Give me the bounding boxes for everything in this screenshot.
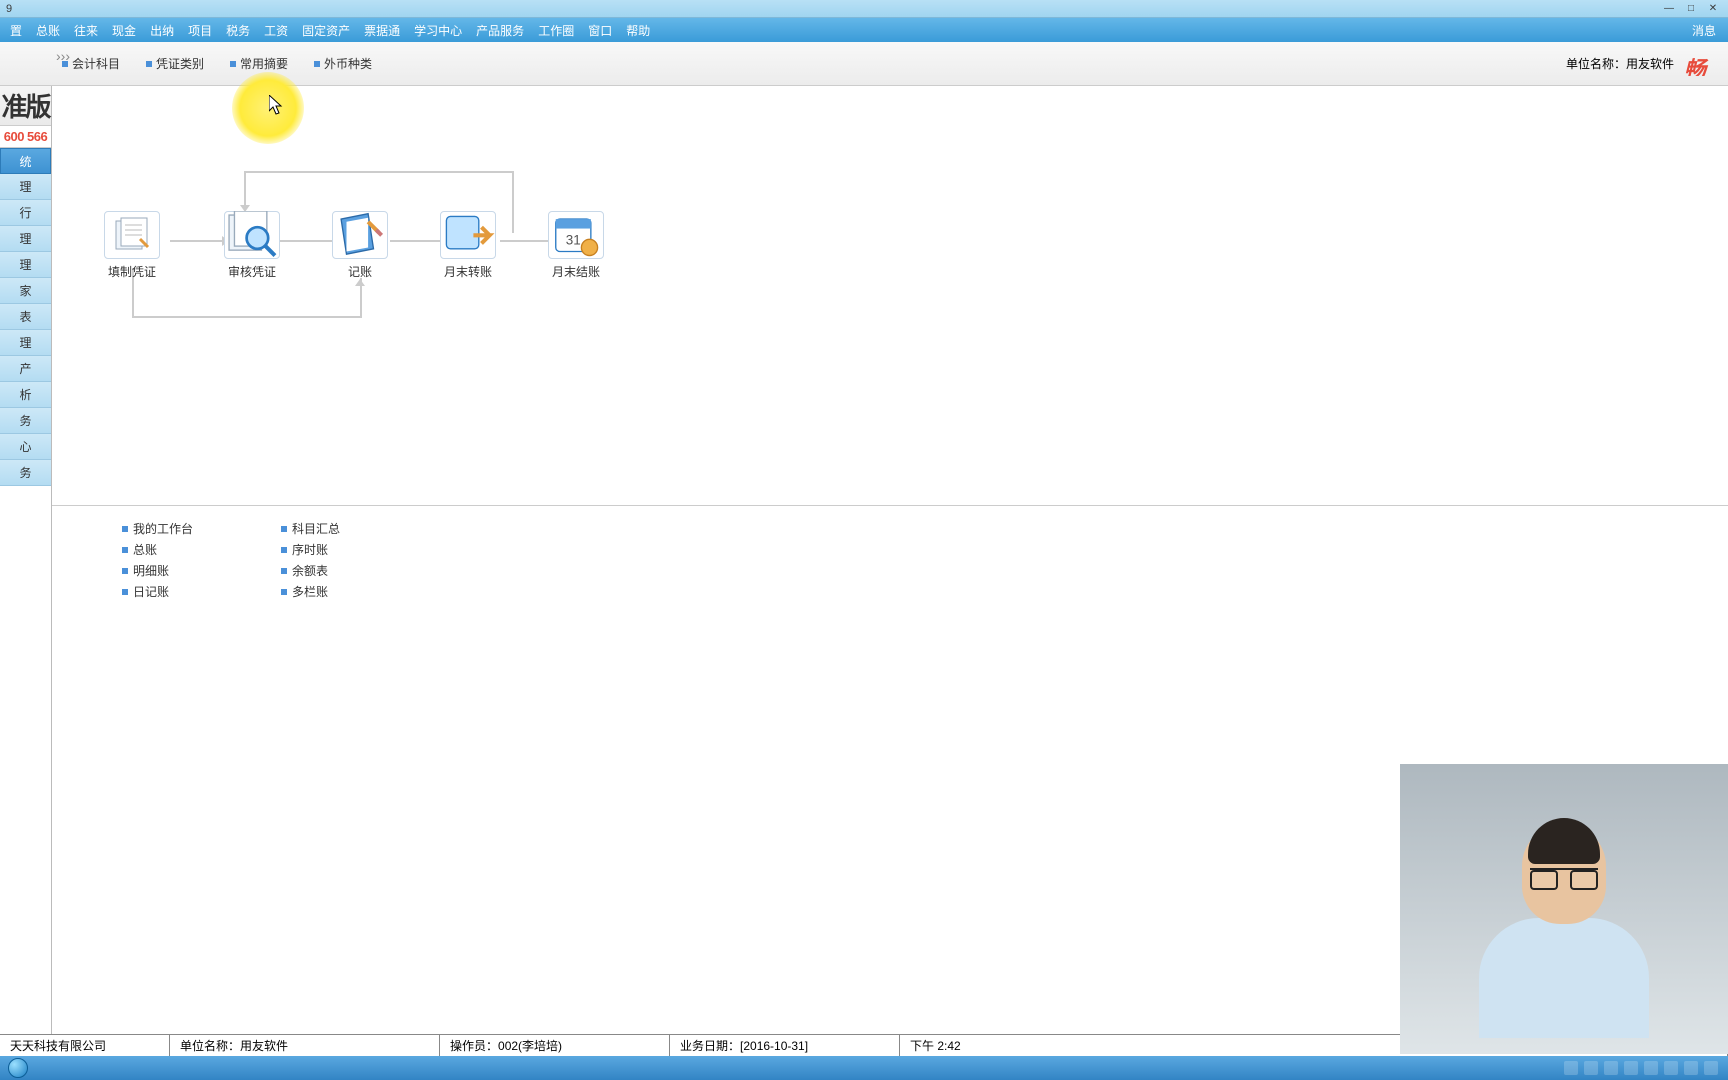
sidebar-title: 准版: [0, 86, 51, 126]
sidebar-item[interactable]: 家: [0, 278, 51, 304]
status-date: 业务日期：[2016-10-31]: [670, 1035, 900, 1056]
menu-item[interactable]: 窗口: [582, 20, 618, 41]
sidebar-item[interactable]: 理: [0, 330, 51, 356]
calendar-icon: 31: [548, 211, 604, 259]
quick-links-panel: 我的工作台 总账 明细账 日记账 科目汇总 序时账 余额表 多栏账: [52, 506, 1728, 614]
flow-node-audit-voucher[interactable]: 审核凭证: [212, 211, 292, 280]
menu-item[interactable]: 往来: [68, 20, 104, 41]
flow-node-monthend-close[interactable]: 31 月末结账: [536, 211, 616, 280]
flow-node-create-voucher[interactable]: 填制凭证: [92, 211, 172, 280]
sub-toolbar: ››› 会计科目 凭证类别 常用摘要 外币种类 单位名称：用友软件 畅: [0, 42, 1728, 86]
link-balance-sheet[interactable]: 余额表: [281, 562, 340, 579]
close-button[interactable]: ✕: [1704, 2, 1722, 16]
link-detail-ledger[interactable]: 明细账: [122, 562, 193, 579]
sidebar-item[interactable]: 心: [0, 434, 51, 460]
menu-item[interactable]: 票据通: [358, 20, 406, 41]
flow-node-monthend-transfer[interactable]: 月末转账: [428, 211, 508, 280]
link-multi-column-ledger[interactable]: 多栏账: [281, 583, 340, 600]
menu-bar: 置 总账 往来 现金 出纳 项目 税务 工资 固定资产 票据通 学习中心 产品服…: [0, 18, 1728, 42]
flow-label: 月末转账: [428, 263, 508, 280]
sidebar-phone: 600 566: [0, 126, 51, 148]
svg-text:31: 31: [566, 232, 581, 247]
menu-item[interactable]: 总账: [30, 20, 66, 41]
tray-icon[interactable]: [1624, 1061, 1638, 1075]
windows-orb-icon: [8, 1058, 28, 1078]
menu-item[interactable]: 产品服务: [470, 20, 530, 41]
menu-item[interactable]: 税务: [220, 20, 256, 41]
menu-item[interactable]: 学习中心: [408, 20, 468, 41]
menu-item[interactable]: 工资: [258, 20, 294, 41]
status-company: 天天科技有限公司: [0, 1035, 170, 1056]
document-icon: [104, 211, 160, 259]
link-subject-summary[interactable]: 科目汇总: [281, 520, 340, 537]
sidebar-item[interactable]: 理: [0, 226, 51, 252]
toolbar-link-currency[interactable]: 外币种类: [314, 55, 372, 72]
sidebar-item[interactable]: 理: [0, 174, 51, 200]
windows-taskbar: [0, 1056, 1728, 1080]
sidebar-item[interactable]: 产: [0, 356, 51, 382]
tray-icon[interactable]: [1644, 1061, 1658, 1075]
flow-label: 记账: [320, 263, 400, 280]
menu-item[interactable]: 置: [4, 20, 28, 41]
brand-logo: 畅: [1684, 52, 1714, 76]
system-tray: [1554, 1061, 1728, 1075]
tray-icon[interactable]: [1584, 1061, 1598, 1075]
title-text: 9: [6, 3, 12, 15]
transfer-icon: [440, 211, 496, 259]
link-my-workbench[interactable]: 我的工作台: [122, 520, 193, 537]
webcam-overlay: [1400, 764, 1728, 1054]
link-general-ledger[interactable]: 总账: [122, 541, 193, 558]
sidebar-item[interactable]: 务: [0, 408, 51, 434]
status-operator: 操作员：002(李培培): [440, 1035, 670, 1056]
menu-item[interactable]: 现金: [106, 20, 142, 41]
menu-item[interactable]: 固定资产: [296, 20, 356, 41]
tray-icon[interactable]: [1604, 1061, 1618, 1075]
status-unit: 单位名称：用友软件: [170, 1035, 440, 1056]
sidebar-item[interactable]: 理: [0, 252, 51, 278]
maximize-button[interactable]: □: [1682, 2, 1700, 16]
menu-item[interactable]: 帮助: [620, 20, 656, 41]
menu-item[interactable]: 工作圈: [532, 20, 580, 41]
flow-label: 审核凭证: [212, 263, 292, 280]
tray-icon[interactable]: [1684, 1061, 1698, 1075]
toolbar-link-subject[interactable]: 会计科目: [62, 55, 120, 72]
book-pencil-icon: [332, 211, 388, 259]
sidebar-item[interactable]: 表: [0, 304, 51, 330]
tray-icon[interactable]: [1664, 1061, 1678, 1075]
toolbar-link-summary[interactable]: 常用摘要: [230, 55, 288, 72]
tray-icon[interactable]: [1564, 1061, 1578, 1075]
link-chrono-ledger[interactable]: 序时账: [281, 541, 340, 558]
flow-node-post[interactable]: 记账: [320, 211, 400, 280]
messages-link[interactable]: 消息: [1684, 20, 1724, 41]
menu-item[interactable]: 项目: [182, 20, 218, 41]
sidebar-item[interactable]: 统: [0, 148, 51, 174]
flow-label: 填制凭证: [92, 263, 172, 280]
toolbar-link-voucher-type[interactable]: 凭证类别: [146, 55, 204, 72]
left-sidebar: 准版 600 566 统 理 行 理 理 家 表 理 产 析 务 心 务: [0, 86, 52, 1036]
start-button[interactable]: [0, 1056, 36, 1080]
workflow-diagram: 填制凭证 审核凭证 记账 月末转账 31 月末结账: [52, 86, 1728, 506]
unit-name-label: 单位名称：用友软件: [1566, 55, 1674, 72]
mouse-cursor-icon: [269, 95, 285, 117]
sidebar-item[interactable]: 行: [0, 200, 51, 226]
window-title-bar: 9 — □ ✕: [0, 0, 1728, 18]
volume-icon[interactable]: [1704, 1061, 1718, 1075]
minimize-button[interactable]: —: [1660, 2, 1678, 16]
link-journal[interactable]: 日记账: [122, 583, 193, 600]
sidebar-item[interactable]: 务: [0, 460, 51, 486]
menu-item[interactable]: 出纳: [144, 20, 180, 41]
expand-icon[interactable]: ›››: [56, 48, 70, 64]
flow-label: 月末结账: [536, 263, 616, 280]
sidebar-item[interactable]: 析: [0, 382, 51, 408]
magnify-icon: [224, 211, 280, 259]
